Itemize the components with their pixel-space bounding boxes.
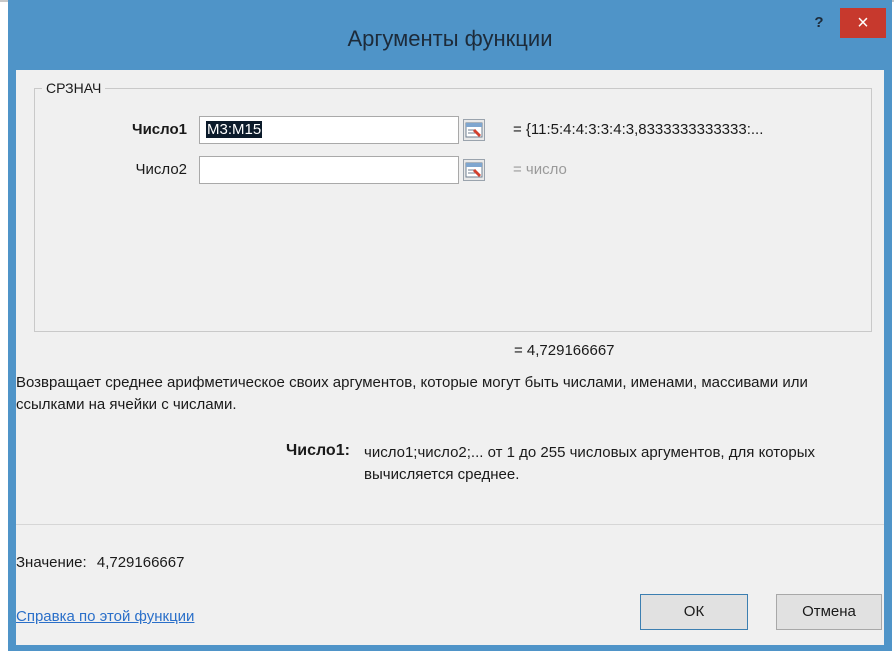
cancel-button[interactable]: Отмена xyxy=(776,594,882,630)
arg1-collapse-icon[interactable] xyxy=(463,119,485,141)
arg1-value: M3:M15 xyxy=(206,121,263,138)
arguments-group: Число1 M3:M15 = {11:5:4:4:3:3:4:3,833333… xyxy=(34,88,872,332)
arg2-collapse-icon[interactable] xyxy=(463,159,485,181)
formula-result: = 4,729166667 xyxy=(514,342,615,359)
arg1-result: = {11:5:4:4:3:3:4:3,8333333333333:... xyxy=(513,121,764,138)
param-name: Число1: xyxy=(286,442,350,459)
arg2-label: Число2 xyxy=(135,161,187,178)
arg1-input[interactable]: M3:M15 xyxy=(199,116,459,144)
arg2-result: = число xyxy=(513,161,567,178)
param-description: число1;число2;... от 1 до 255 числовых а… xyxy=(364,444,815,483)
value-label: Значение: xyxy=(16,554,87,571)
function-help-link[interactable]: Справка по этой функции xyxy=(16,608,194,625)
value-result: 4,729166667 xyxy=(96,554,185,571)
ok-button[interactable]: ОК xyxy=(640,594,748,630)
dialog-body: Число1 M3:M15 = {11:5:4:4:3:3:4:3,833333… xyxy=(16,70,884,645)
arg2-input[interactable] xyxy=(199,156,459,184)
dialog-title: Аргументы функции xyxy=(347,26,553,51)
function-description: Возвращает среднее арифметическое своих … xyxy=(16,374,808,413)
close-button[interactable]: × xyxy=(840,8,886,38)
arg1-label: Число1 xyxy=(132,121,187,138)
help-button[interactable]: ? xyxy=(806,10,832,36)
function-name: СРЗНАЧ xyxy=(42,80,106,96)
function-arguments-dialog: Аргументы функции ? × Число1 M3:M15 = {1… xyxy=(8,0,892,651)
divider xyxy=(16,524,884,525)
title-bar[interactable]: Аргументы функции ? × xyxy=(8,0,892,70)
value-line: Значение: 4,729166667 xyxy=(16,554,184,571)
